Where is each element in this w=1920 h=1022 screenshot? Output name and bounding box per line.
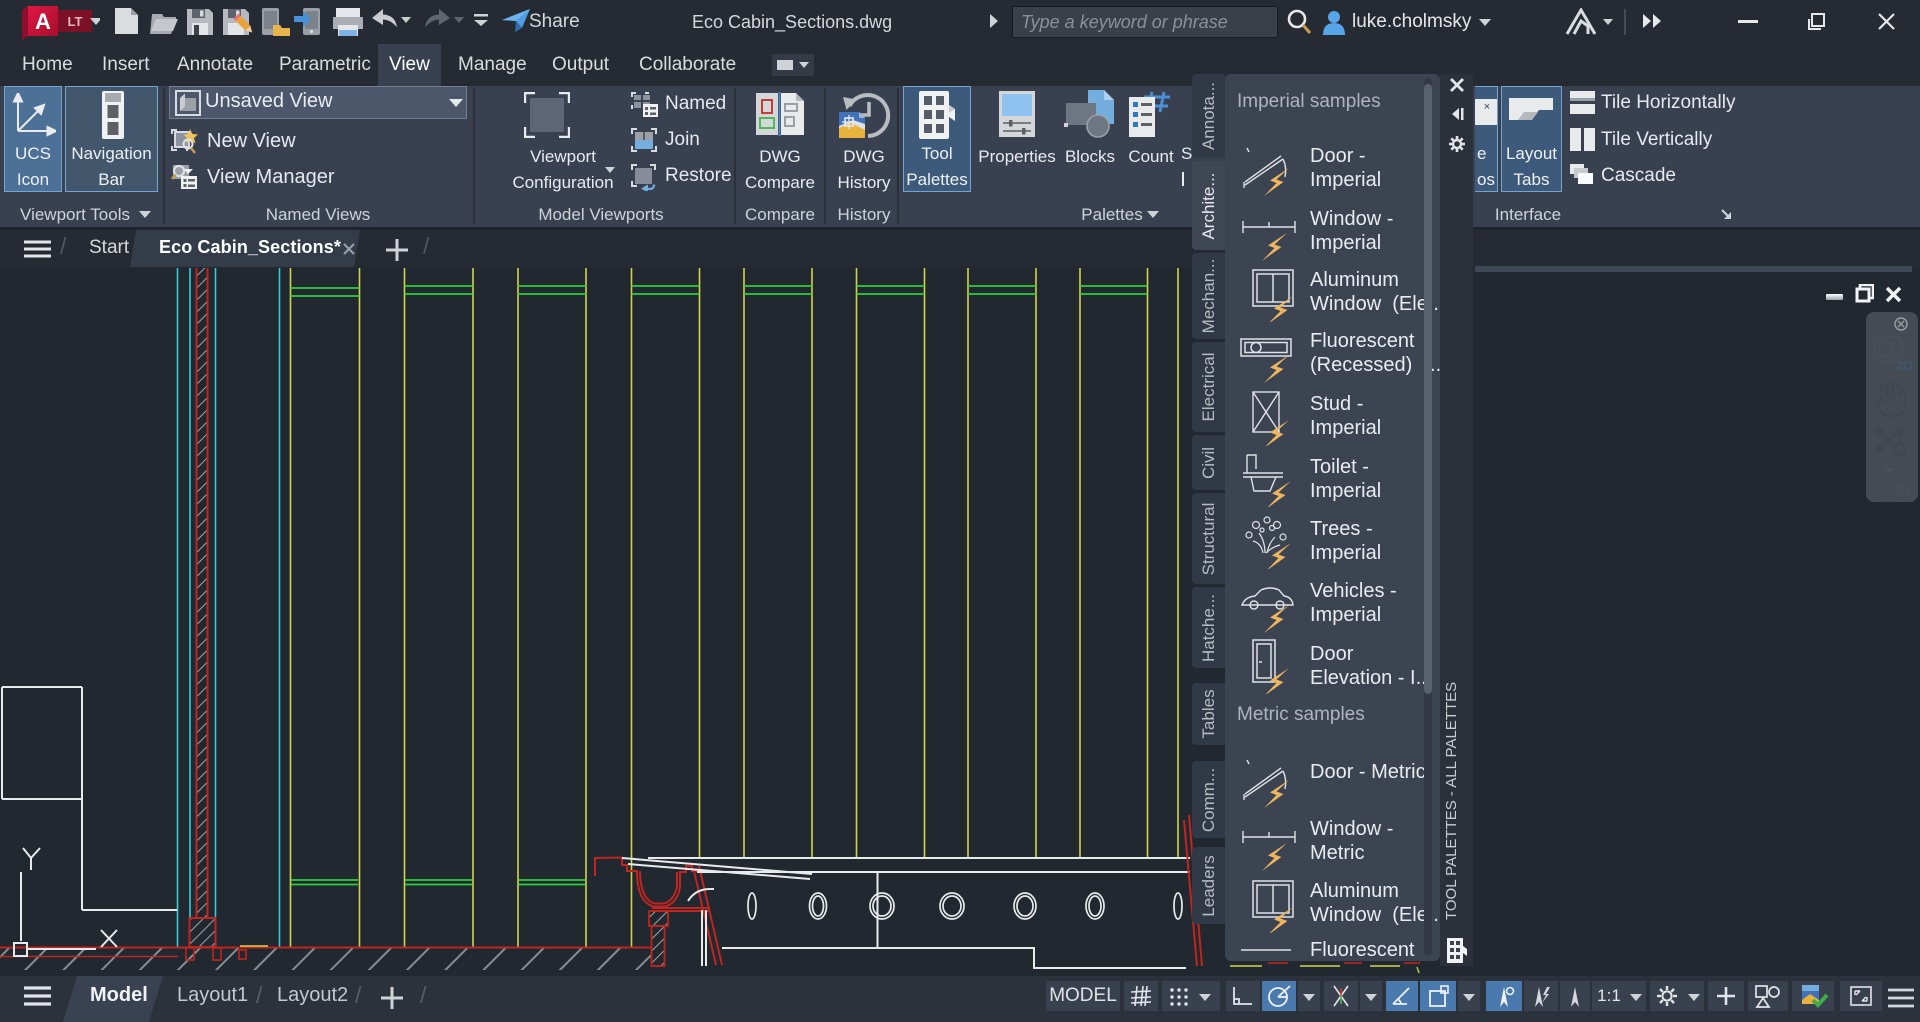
svg-text:×: × xyxy=(1484,101,1490,113)
svg-text:2D: 2D xyxy=(1896,358,1913,373)
svg-text:A: A xyxy=(35,9,51,34)
svg-text:LT: LT xyxy=(68,14,83,29)
